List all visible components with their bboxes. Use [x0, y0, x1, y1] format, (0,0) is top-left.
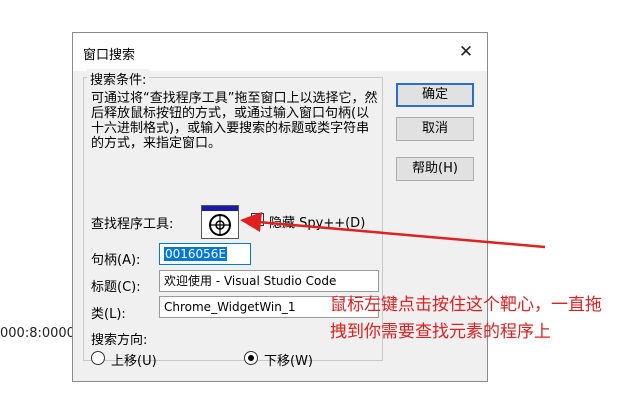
annotation-text: 鼠标左键点击按住这个靶心，一直拖拽到你需要查找元素的程序上	[330, 295, 602, 342]
annotation-arrow	[240, 212, 546, 249]
